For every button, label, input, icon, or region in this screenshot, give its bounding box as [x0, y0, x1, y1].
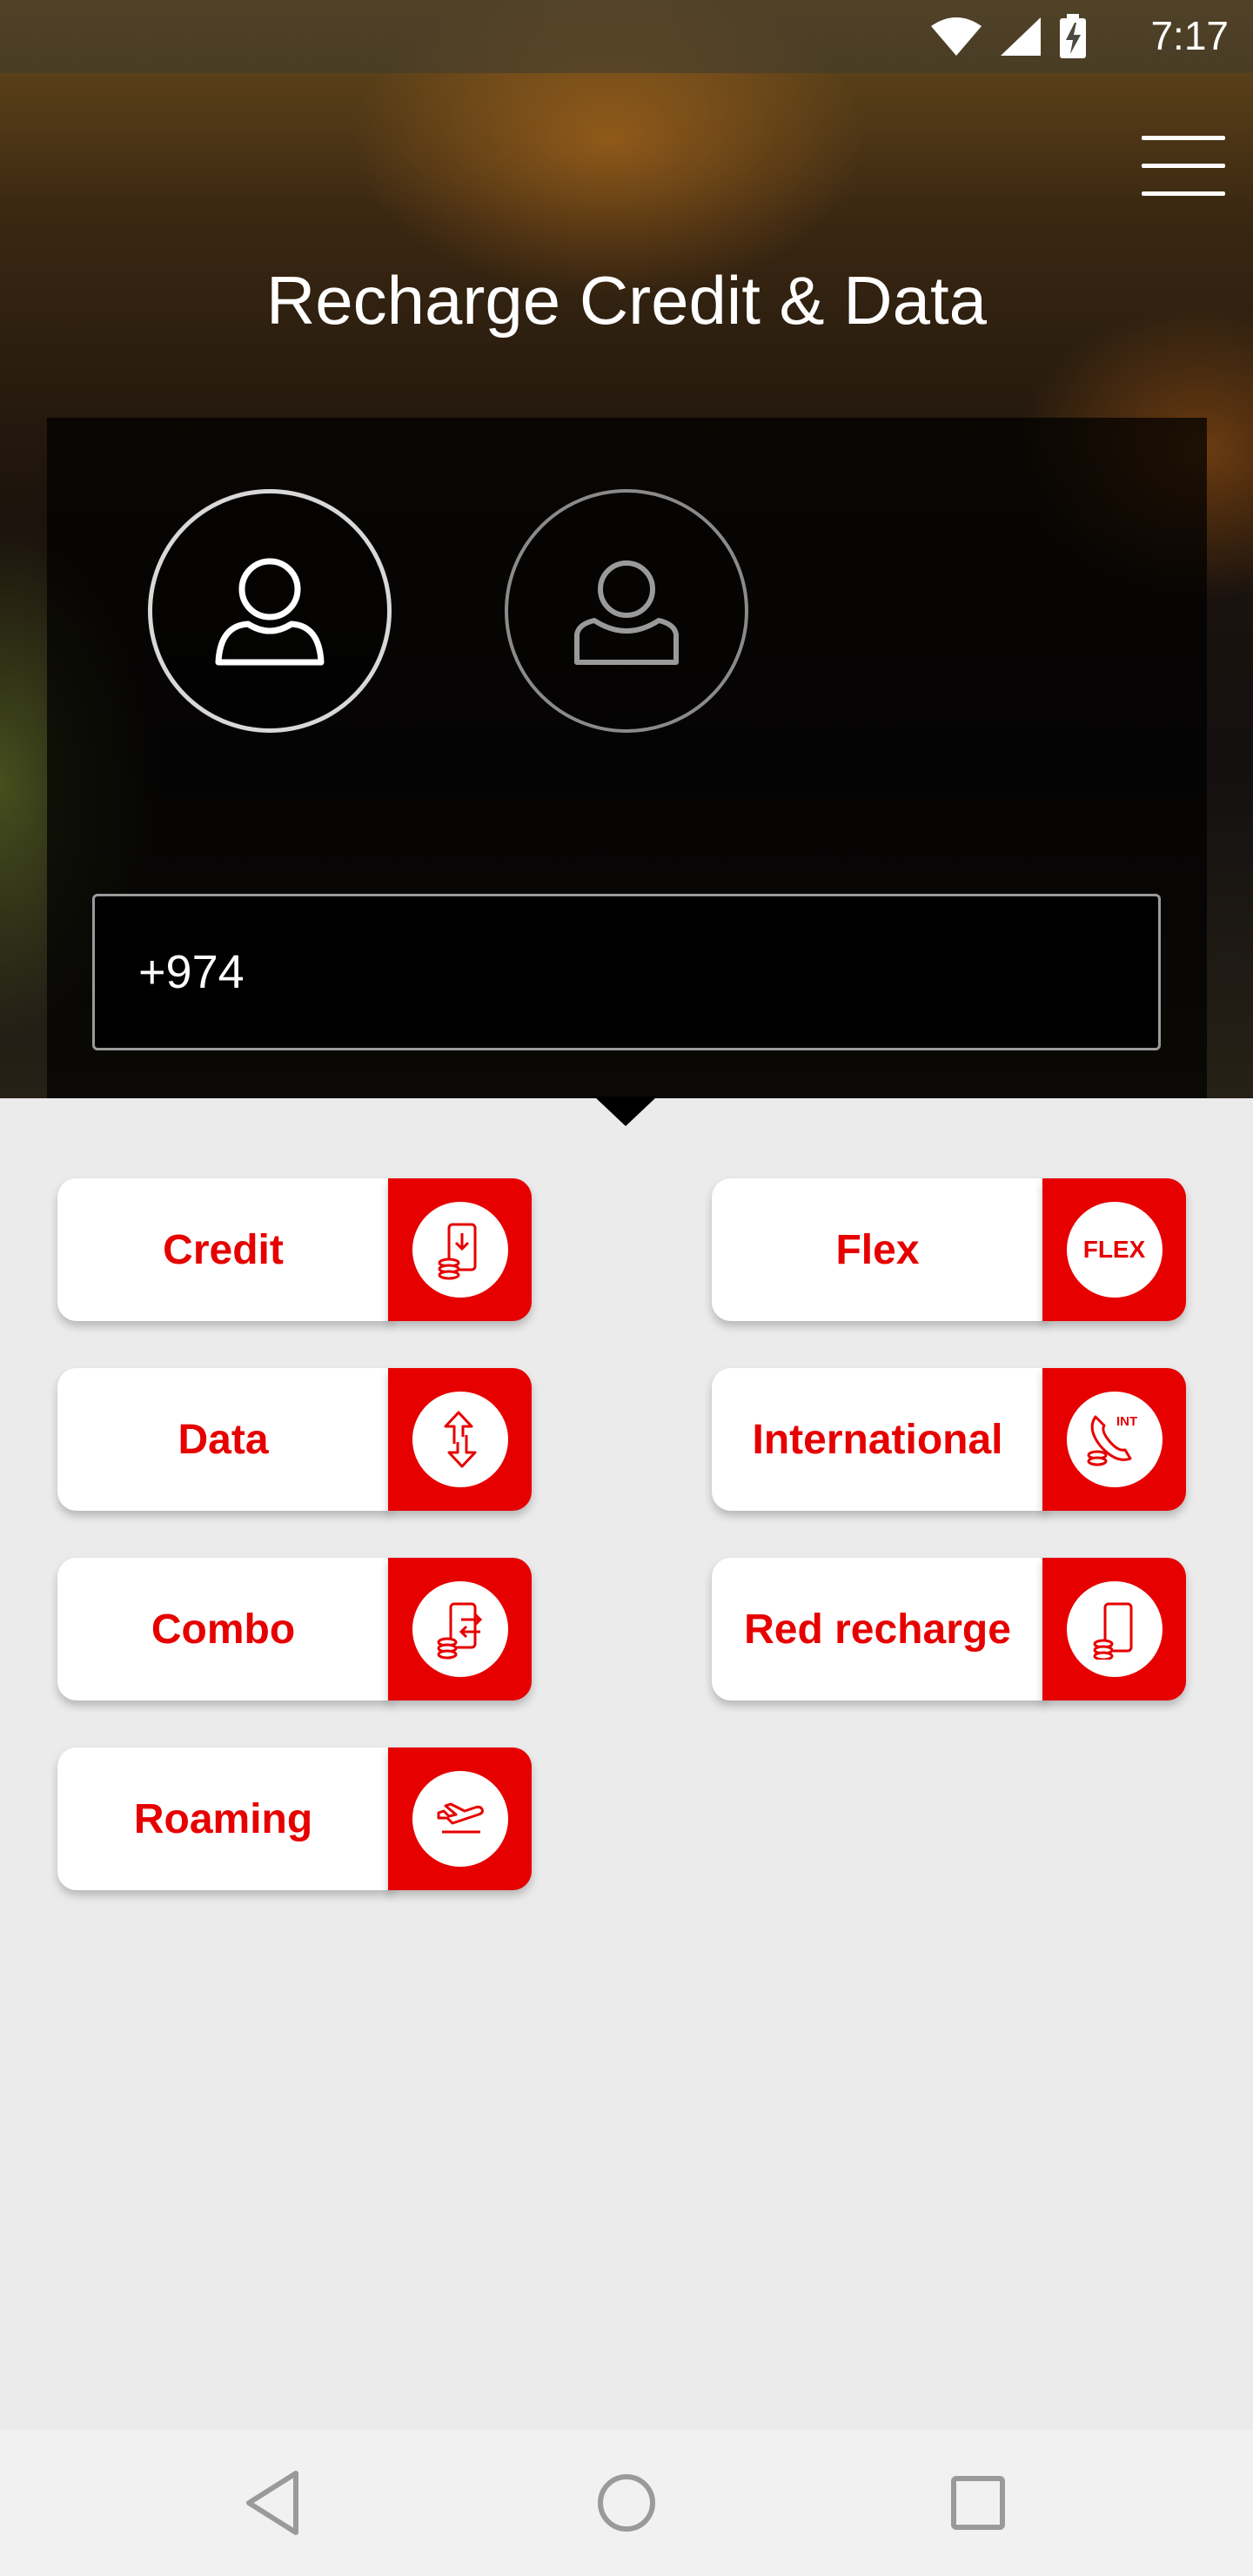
recipient-other-button[interactable] [505, 489, 748, 733]
page-title: Recharge Credit & Data [265, 262, 988, 339]
option-label: Combo [57, 1558, 392, 1701]
option-label: Data [57, 1368, 392, 1511]
option-icon-box [388, 1368, 532, 1511]
signal-icon [1001, 17, 1041, 56]
red-phone-coins-icon [1093, 1602, 1132, 1660]
option-label: Credit [57, 1178, 392, 1321]
option-icon-box [388, 1748, 532, 1890]
phone-coins-icon [438, 1223, 476, 1280]
int-text: INT [1116, 1414, 1137, 1429]
status-icons [929, 14, 1088, 59]
option-label: Flex [712, 1178, 1047, 1321]
option-icon-box: INT [1042, 1368, 1186, 1511]
red-recharge-option[interactable]: Red recharge [712, 1558, 1186, 1701]
status-time: 7:17 [1150, 13, 1229, 58]
data-arrows-icon [444, 1411, 476, 1468]
option-icon-box: FLEX [1042, 1178, 1186, 1321]
flex-option[interactable]: Flex FLEX [712, 1178, 1186, 1321]
flex-icon: FLEX [1082, 1236, 1146, 1263]
recents-icon[interactable] [938, 2463, 1018, 2543]
international-option[interactable]: International INT [712, 1368, 1186, 1511]
option-label: Red recharge [712, 1558, 1047, 1701]
airplane-icon [437, 1802, 484, 1834]
hamburger-menu-icon[interactable] [1138, 131, 1229, 200]
user-icon [215, 558, 325, 666]
combo-option[interactable]: Combo [57, 1558, 532, 1701]
home-icon[interactable] [586, 2463, 667, 2543]
option-label: International [712, 1368, 1047, 1511]
option-icon-box [388, 1558, 532, 1701]
option-icon-box [1042, 1558, 1186, 1701]
international-call-icon: INT [1087, 1414, 1137, 1466]
wifi-icon [931, 17, 982, 56]
recipient-self-button[interactable] [148, 489, 392, 733]
back-icon[interactable] [235, 2463, 315, 2543]
option-icon-box [388, 1178, 532, 1321]
credit-option[interactable]: Credit [57, 1178, 532, 1321]
system-nav-bar [0, 2430, 1253, 2576]
roaming-option[interactable]: Roaming [57, 1748, 532, 1890]
panel-pointer [594, 1097, 657, 1126]
battery-charging-icon [1060, 14, 1086, 58]
option-label: Roaming [57, 1748, 392, 1890]
data-option[interactable]: Data [57, 1368, 532, 1511]
phone-number-input[interactable] [92, 894, 1161, 1050]
combo-exchange-icon [437, 1602, 482, 1660]
status-bar: 7:17 [0, 0, 1253, 73]
user-outline-icon [574, 560, 679, 665]
